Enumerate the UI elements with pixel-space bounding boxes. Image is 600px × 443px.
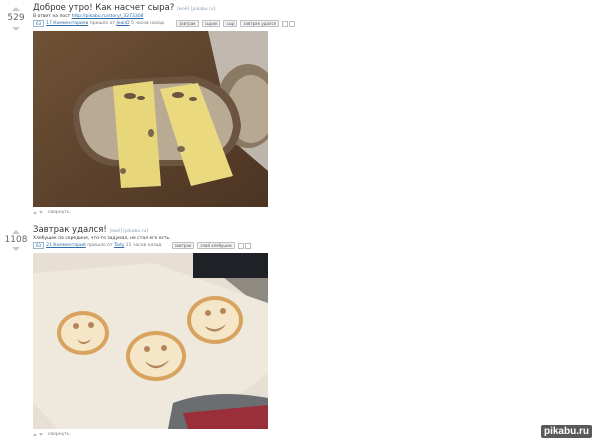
rate-down-icon[interactable] (39, 211, 43, 214)
author-link[interactable]: JeanD (116, 21, 129, 26)
post-time: 5 часов назад (131, 21, 165, 26)
post-title[interactable]: Завтрак удался! [моё] [pikabu.ru] (33, 225, 148, 235)
save-icon[interactable] (237, 242, 244, 249)
tag[interactable]: завтрак удался (240, 20, 280, 27)
share-icon[interactable] (244, 242, 251, 249)
post-footer: свернуть (33, 432, 70, 437)
tag[interactable]: сыр (223, 20, 238, 27)
comments-link[interactable]: 21 Комментарий (46, 243, 86, 248)
post-meta: 63 21 Комментарий пришло от Tady 11 часо… (33, 242, 251, 249)
post-title-badges: [моё] [pikabu.ru] (109, 229, 149, 234)
posted-prefix: пришло от (89, 21, 115, 26)
upvote-icon[interactable] (12, 230, 20, 234)
author-link[interactable]: Tady (114, 243, 124, 248)
post-title-text[interactable]: Завтрак удался! (33, 225, 107, 235)
tag[interactable]: сырок (201, 20, 221, 27)
collapse-link[interactable]: свернуть (48, 432, 70, 437)
posted-prefix: пришло от (87, 243, 113, 248)
post-time: 11 часов назад (125, 243, 162, 248)
post-rating: 529 (7, 13, 25, 23)
post-description: Хлебушек по середине, что-то задумал, не… (33, 236, 171, 241)
comments-count-badge[interactable]: 63 (33, 20, 45, 27)
tag[interactable]: злой хлебушек (197, 242, 235, 249)
post-footer: свернуть (33, 210, 70, 215)
post-image[interactable] (33, 31, 268, 207)
post-rating: 1108 (4, 235, 28, 245)
downvote-icon[interactable] (12, 27, 20, 31)
save-icon[interactable] (282, 20, 289, 27)
reply-line: В ответ на пост http://pikabu.ru/story/_… (33, 14, 143, 19)
reply-link[interactable]: http://pikabu.ru/story/_3273308 (72, 14, 144, 19)
post-1: 529 Доброе утро! Как насчет сыра? [моё] … (0, 0, 600, 220)
post-2: 1108 Завтрак удался! [моё] [pikabu.ru] Х… (0, 222, 600, 443)
tag[interactable]: завтрак (171, 242, 195, 249)
post-title-badges: [моё] [pikabu.ru] (176, 7, 216, 12)
downvote-icon[interactable] (12, 247, 20, 251)
share-icon[interactable] (289, 20, 296, 27)
post-image[interactable] (33, 253, 268, 429)
reply-prefix: В ответ на пост (33, 14, 71, 19)
rate-up-icon[interactable] (33, 433, 37, 436)
rate-up-icon[interactable] (33, 211, 37, 214)
comments-link[interactable]: 17 Комментариев (46, 21, 88, 26)
watermark-logo: pikabu.ru (540, 425, 592, 438)
tag[interactable]: завтрак (176, 20, 199, 27)
post-meta: 63 17 Комментариев пришло от JeanD 5 час… (33, 20, 296, 27)
upvote-icon[interactable] (12, 7, 20, 11)
collapse-link[interactable]: свернуть (48, 210, 70, 215)
post-title[interactable]: Доброе утро! Как насчет сыра? [моё] [pik… (33, 3, 216, 13)
rate-down-icon[interactable] (39, 433, 43, 436)
comments-count-badge[interactable]: 63 (33, 242, 45, 249)
post-title-text[interactable]: Доброе утро! Как насчет сыра? (33, 3, 174, 13)
